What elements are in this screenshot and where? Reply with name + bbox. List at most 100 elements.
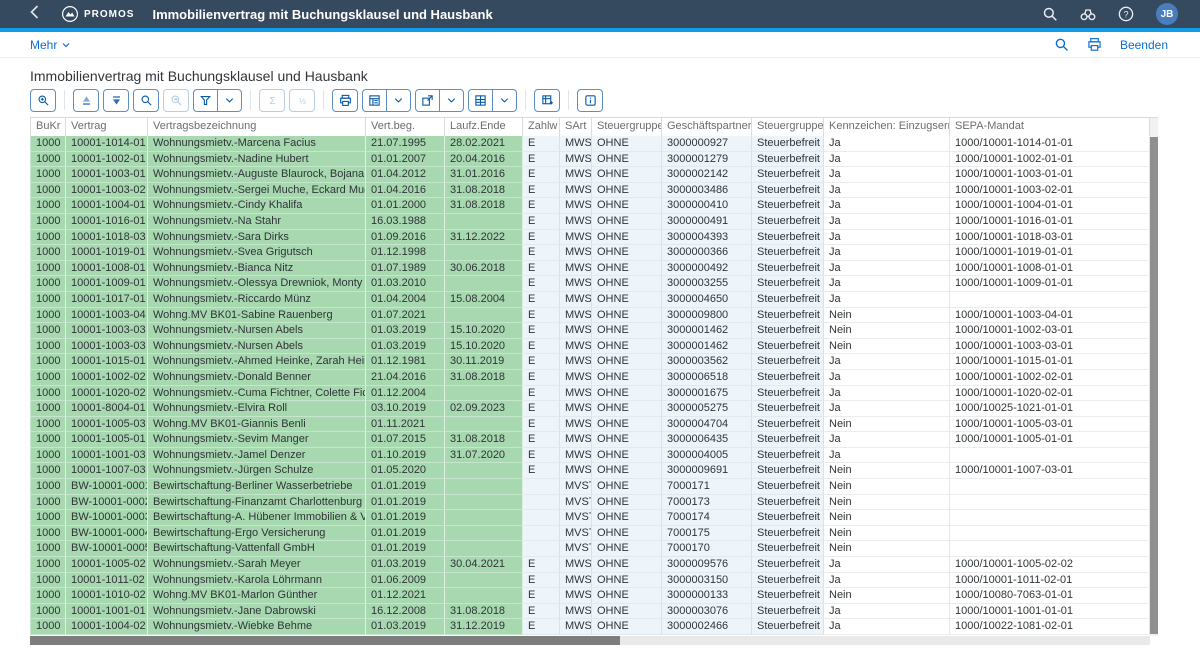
table-cell[interactable]: 01.11.2021 [366,417,445,433]
table-cell[interactable]: 10001-1003-02 [66,183,148,199]
table-row[interactable]: 100010001-1002-02Wohnungsmietv.-Donald B… [30,370,1158,386]
table-cell[interactable]: 10001-1004-01 [66,198,148,214]
table-cell[interactable]: 30.06.2018 [445,261,523,277]
table-cell[interactable]: MVST [560,541,592,557]
table-cell[interactable]: 1000 [30,573,66,589]
back-icon[interactable] [30,5,39,23]
table-cell[interactable]: 01.04.2004 [366,292,445,308]
table-cell[interactable]: 3000004704 [662,417,752,433]
table-cell[interactable]: MWST [560,323,592,339]
table-cell[interactable]: 01.06.2009 [366,573,445,589]
table-cell[interactable]: Steuerbefreit [752,167,824,183]
table-cell[interactable]: 1000 [30,323,66,339]
table-cell[interactable]: 3000004650 [662,292,752,308]
table-cell[interactable]: 3000009800 [662,308,752,324]
table-cell[interactable]: 01.04.2012 [366,167,445,183]
table-cell[interactable]: MWST [560,183,592,199]
column-header-kennzeichen-einzugserm-chtigung[interactable]: Kennzeichen: Einzugsermächtigung [824,118,950,137]
table-cell[interactable]: E [523,167,560,183]
table-cell[interactable]: 1000/10001-1003-01-01 [950,167,1150,183]
table-cell[interactable]: 01.03.2019 [366,339,445,355]
table-cell[interactable]: OHNE [592,401,662,417]
table-cell[interactable]: Ja [824,292,950,308]
table-cell[interactable]: Ja [824,136,950,152]
table-cell[interactable]: 10001-1001-01 [66,604,148,620]
table-cell[interactable]: E [523,448,560,464]
table-cell[interactable]: 1000/10001-1005-02-02 [950,557,1150,573]
table-cell[interactable]: E [523,152,560,168]
table-row[interactable]: 100010001-1005-01Wohnungsmietv.-Sevim Ma… [30,432,1158,448]
table-cell[interactable]: 21.04.2016 [366,370,445,386]
table-cell[interactable]: Steuerbefreit [752,448,824,464]
table-cell[interactable]: Wohnungsmietv.-Wiebke Behme [148,619,366,635]
table-cell[interactable]: BW-10001-0005 [66,541,148,557]
table-cell[interactable]: OHNE [592,557,662,573]
table-cell[interactable]: 01.01.2019 [366,495,445,511]
table-cell[interactable]: Ja [824,619,950,635]
table-cell[interactable]: 01.03.2019 [366,619,445,635]
table-row[interactable]: 100010001-1003-02Wohnungsmietv.-Sergei M… [30,183,1158,199]
table-cell[interactable]: 1000 [30,339,66,355]
table-cell[interactable]: 1000/10001-1008-01-01 [950,261,1150,277]
table-cell[interactable]: MWST [560,604,592,620]
table-cell[interactable]: 10001-1002-02 [66,370,148,386]
chevron-down-icon[interactable] [217,90,241,111]
table-cell[interactable]: 01.03.2019 [366,323,445,339]
table-cell[interactable]: MWST [560,354,592,370]
export-icon[interactable] [416,90,439,111]
table-cell[interactable]: 1000 [30,495,66,511]
table-row[interactable]: 100010001-1001-01Wohnungsmietv.-Jane Dab… [30,604,1158,620]
table-cell[interactable]: OHNE [592,152,662,168]
table-cell[interactable]: OHNE [592,463,662,479]
table-cell[interactable]: 10001-1005-01 [66,432,148,448]
table-cell[interactable]: OHNE [592,588,662,604]
horizontal-scrollbar[interactable] [30,636,1150,645]
search-icon[interactable] [1054,37,1069,52]
table-cell[interactable]: 3000001675 [662,386,752,402]
table-cell[interactable]: 1000 [30,230,66,246]
table-cell[interactable]: Nein [824,463,950,479]
table-cell[interactable]: Steuerbefreit [752,510,824,526]
table-cell[interactable]: E [523,339,560,355]
search-icon[interactable] [1042,6,1058,22]
table-cell[interactable]: 1000/10080-7063-01-01 [950,588,1150,604]
table-cell[interactable]: E [523,588,560,604]
table-cell[interactable]: MWST [560,214,592,230]
table-cell[interactable]: Steuerbefreit [752,463,824,479]
mehr-menu[interactable]: Mehr [30,38,71,52]
table-cell[interactable]: Wohnungsmietv.-Svea Grigutsch [148,245,366,261]
table-cell[interactable]: OHNE [592,604,662,620]
table-cell[interactable]: Ja [824,354,950,370]
table-cell[interactable]: Steuerbefreit [752,323,824,339]
table-cell[interactable]: E [523,276,560,292]
table-cell[interactable]: MWST [560,292,592,308]
table-cell[interactable]: 1000/10001-1003-04-01 [950,308,1150,324]
table-cell[interactable]: Steuerbefreit [752,479,824,495]
table-cell[interactable]: 1000/10001-1001-01-01 [950,604,1150,620]
table-cell[interactable]: Wohnungsmietv.-Karola Löhrmann [148,573,366,589]
table-cell[interactable]: 3000001279 [662,152,752,168]
table-cell[interactable]: 01.03.2010 [366,276,445,292]
table-cell[interactable]: Steuerbefreit [752,261,824,277]
table-cell[interactable]: 21.07.1995 [366,136,445,152]
table-cell[interactable]: 1000 [30,417,66,433]
table-cell[interactable]: 1000/10001-1009-01-01 [950,276,1150,292]
table-cell[interactable]: 10001-1019-01 [66,245,148,261]
table-cell[interactable]: E [523,619,560,635]
table-cell[interactable]: 3000003562 [662,354,752,370]
table-cell[interactable]: E [523,557,560,573]
table-cell[interactable]: Wohnungsmietv.-Donald Benner [148,370,366,386]
table-cell[interactable]: Wohnungsmietv.-Bianca Nitz [148,261,366,277]
table-cell[interactable]: E [523,354,560,370]
table-cell[interactable]: Steuerbefreit [752,370,824,386]
table-cell[interactable]: Wohnungsmietv.-Nursen Abels [148,323,366,339]
table-cell[interactable]: Steuerbefreit [752,245,824,261]
table-cell[interactable]: 1000/10001-1002-03-01 [950,323,1150,339]
table-cell[interactable]: E [523,401,560,417]
table-cell[interactable]: MWST [560,417,592,433]
table-cell[interactable]: OHNE [592,448,662,464]
table-cell[interactable]: 1000 [30,261,66,277]
table-cell[interactable]: 10001-1014-01 [66,136,148,152]
table-cell[interactable]: OHNE [592,573,662,589]
table-cell[interactable]: E [523,432,560,448]
